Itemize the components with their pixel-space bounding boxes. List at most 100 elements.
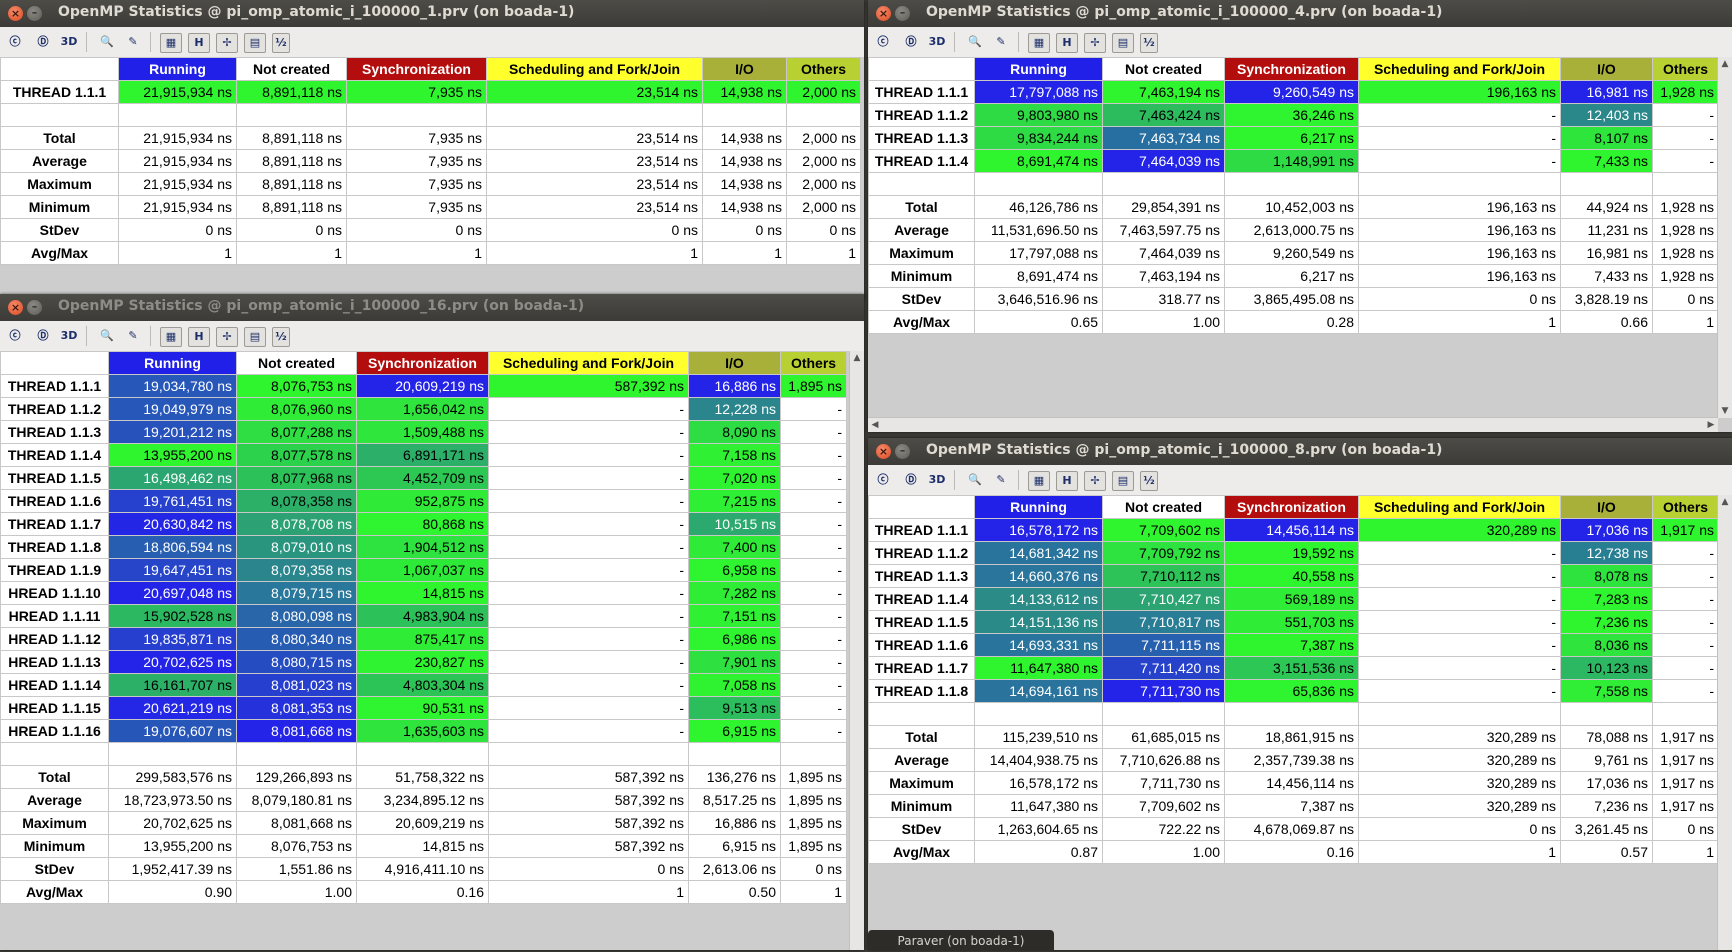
column-header[interactable]: Running xyxy=(974,57,1103,81)
3d-icon[interactable]: 3D xyxy=(60,327,78,345)
column-header[interactable]: Scheduling and Fork/Join xyxy=(488,351,689,375)
column-header[interactable]: Synchronization xyxy=(1224,495,1359,519)
scroll-down-icon[interactable]: ▼ xyxy=(1718,404,1732,418)
close-icon[interactable]: × xyxy=(876,6,891,21)
column-header[interactable]: Not created xyxy=(1102,495,1225,519)
color-icon[interactable]: ▤ xyxy=(1112,33,1134,53)
minimize-icon[interactable]: – xyxy=(27,6,42,21)
vertical-scrollbar[interactable]: ▲ ▼ xyxy=(1717,57,1732,418)
inactive-icon[interactable]: ✢ xyxy=(1084,471,1106,491)
horizontal-icon[interactable]: H xyxy=(1056,33,1078,53)
semantic-icon[interactable]: ½ xyxy=(1140,33,1158,53)
column-header[interactable]: Running xyxy=(108,351,237,375)
semantic-icon[interactable]: ½ xyxy=(272,33,290,53)
minimize-icon[interactable]: – xyxy=(895,6,910,21)
gradient-icon[interactable]: ▦ xyxy=(160,33,182,53)
refresh-icon[interactable]: ✎ xyxy=(992,33,1010,51)
empty-cell xyxy=(1652,702,1719,726)
value-cell: 6,891,171 ns xyxy=(356,443,489,467)
scroll-right-icon[interactable]: ▶ xyxy=(1704,418,1718,432)
horizontal-scrollbar[interactable]: ◀ ▶ xyxy=(868,417,1718,432)
horizontal-icon[interactable]: H xyxy=(188,327,210,347)
stat-label: Minimum xyxy=(868,794,975,818)
table-row: THREAD 1.1.6 19,761,451 ns 8,078,358 ns 952… xyxy=(0,489,847,513)
data-window-icon[interactable]: Ⓓ xyxy=(902,471,920,489)
semantic-icon[interactable]: ½ xyxy=(272,327,290,347)
gradient-icon[interactable]: ▦ xyxy=(1028,471,1050,491)
zoom-icon[interactable]: 🔍 xyxy=(966,33,984,51)
column-header[interactable]: Scheduling and Fork/Join xyxy=(486,57,703,81)
refresh-icon[interactable]: ✎ xyxy=(992,471,1010,489)
zoom-icon[interactable]: 🔍 xyxy=(966,471,984,489)
color-icon[interactable]: ▤ xyxy=(244,33,266,53)
column-header[interactable]: Synchronization xyxy=(346,57,487,81)
zoom-icon[interactable]: 🔍 xyxy=(98,33,116,51)
zoom-icon[interactable]: 🔍 xyxy=(98,327,116,345)
semantic-icon[interactable]: ½ xyxy=(1140,471,1158,491)
horizontal-icon[interactable]: H xyxy=(1056,471,1078,491)
data-window-icon[interactable]: Ⓓ xyxy=(902,33,920,51)
data-window-icon[interactable]: Ⓓ xyxy=(34,33,52,51)
vertical-scrollbar[interactable]: ▲ xyxy=(849,351,864,950)
horizontal-icon[interactable]: H xyxy=(188,33,210,53)
close-icon[interactable]: × xyxy=(876,444,891,459)
gradient-icon[interactable]: ▦ xyxy=(160,327,182,347)
table-row: THREAD 1.1.8 18,806,594 ns 8,079,010 ns 1,9… xyxy=(0,535,847,559)
scroll-up-icon[interactable]: ▲ xyxy=(1718,495,1732,509)
gradient-icon[interactable]: ▦ xyxy=(1028,33,1050,53)
inactive-icon[interactable]: ✢ xyxy=(216,33,238,53)
scroll-left-icon[interactable]: ◀ xyxy=(868,418,882,432)
title-bar[interactable]: × – OpenMP Statistics @ pi_omp_atomic_i_… xyxy=(868,438,1732,465)
stat-cell: 1,928 ns xyxy=(1652,195,1719,219)
column-header[interactable]: I/O xyxy=(688,351,781,375)
refresh-icon[interactable]: ✎ xyxy=(124,33,142,51)
column-header[interactable]: I/O xyxy=(702,57,787,81)
value-cell: 7,935 ns xyxy=(346,80,487,104)
inactive-icon[interactable]: ✢ xyxy=(1084,33,1106,53)
control-window-icon[interactable]: ⓒ xyxy=(6,33,24,51)
column-header[interactable]: I/O xyxy=(1560,57,1653,81)
minimize-icon[interactable]: – xyxy=(895,444,910,459)
column-header[interactable]: Not created xyxy=(236,57,347,81)
color-icon[interactable]: ▤ xyxy=(244,327,266,347)
control-window-icon[interactable]: ⓒ xyxy=(874,33,892,51)
stat-cell: 14,938 ns xyxy=(702,172,787,196)
control-window-icon[interactable]: ⓒ xyxy=(6,327,24,345)
close-icon[interactable]: × xyxy=(8,300,23,315)
column-header[interactable]: Others xyxy=(1652,57,1719,81)
3d-icon[interactable]: 3D xyxy=(60,33,78,51)
close-icon[interactable]: × xyxy=(8,6,23,21)
column-header[interactable]: Not created xyxy=(1102,57,1225,81)
column-header[interactable]: Scheduling and Fork/Join xyxy=(1358,57,1561,81)
column-header[interactable]: I/O xyxy=(1560,495,1653,519)
value-cell: 1,509,488 ns xyxy=(356,420,489,444)
refresh-icon[interactable]: ✎ xyxy=(124,327,142,345)
column-header[interactable]: Synchronization xyxy=(1224,57,1359,81)
value-cell: 8,081,668 ns xyxy=(236,719,357,743)
vertical-scrollbar[interactable]: ▲ xyxy=(1717,495,1732,950)
title-bar[interactable]: × – OpenMP Statistics @ pi_omp_atomic_i_… xyxy=(0,294,864,321)
column-header[interactable]: Not created xyxy=(236,351,357,375)
column-header[interactable]: Others xyxy=(1652,495,1719,519)
title-bar[interactable]: × – OpenMP Statistics @ pi_omp_atomic_i_… xyxy=(868,0,1732,27)
column-header[interactable]: Running xyxy=(118,57,237,81)
scroll-up-icon[interactable]: ▲ xyxy=(850,351,864,365)
control-window-icon[interactable]: ⓒ xyxy=(874,471,892,489)
stats-window-4: × – OpenMP Statistics @ pi_omp_atomic_i_… xyxy=(868,0,1732,432)
column-header[interactable]: Running xyxy=(974,495,1103,519)
3d-icon[interactable]: 3D xyxy=(928,471,946,489)
thread-label: THREAD 1.1.1 xyxy=(0,80,119,104)
color-icon[interactable]: ▤ xyxy=(1112,471,1134,491)
3d-icon[interactable]: 3D xyxy=(928,33,946,51)
table-row: HREAD 1.1.14 16,161,707 ns 8,081,023 ns 4,8… xyxy=(0,673,847,697)
inactive-icon[interactable]: ✢ xyxy=(216,327,238,347)
column-header[interactable]: Others xyxy=(786,57,861,81)
taskbar-item-paraver[interactable]: Paraver (on boada-1) xyxy=(868,930,1054,950)
scroll-up-icon[interactable]: ▲ xyxy=(1718,57,1732,71)
data-window-icon[interactable]: Ⓓ xyxy=(34,327,52,345)
minimize-icon[interactable]: – xyxy=(27,300,42,315)
column-header[interactable]: Scheduling and Fork/Join xyxy=(1358,495,1561,519)
column-header[interactable]: Synchronization xyxy=(356,351,489,375)
title-bar[interactable]: × – OpenMP Statistics @ pi_omp_atomic_i_… xyxy=(0,0,864,27)
column-header[interactable]: Others xyxy=(780,351,847,375)
